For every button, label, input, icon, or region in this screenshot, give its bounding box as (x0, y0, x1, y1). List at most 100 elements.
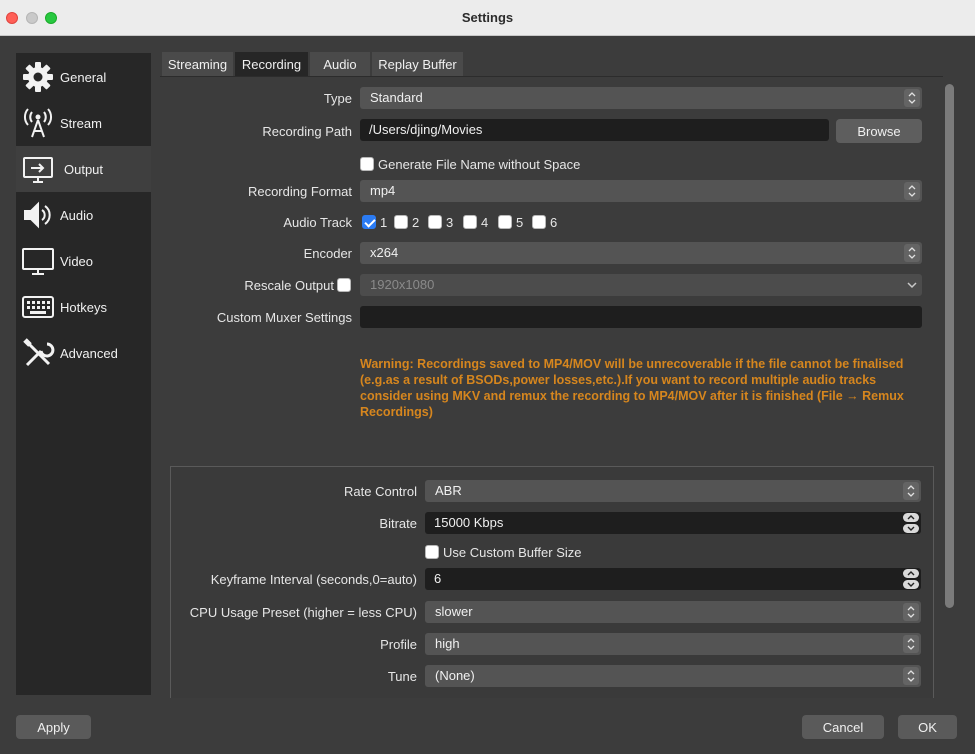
cancel-button[interactable]: Cancel (802, 715, 884, 739)
chevron-down-icon[interactable] (903, 580, 919, 589)
audio-track-5-checkbox[interactable] (498, 215, 512, 229)
ok-button[interactable]: OK (898, 715, 957, 739)
audio-track-label: Audio Track (283, 215, 352, 230)
sidebar-item-label: Video (60, 253, 94, 269)
profile-select[interactable]: high (425, 633, 921, 655)
keyframe-stepper[interactable] (903, 569, 919, 589)
audio-track-4-label: 4 (481, 215, 489, 230)
profile-value: high (435, 636, 460, 651)
sidebar-item-label: General (60, 69, 107, 85)
chevron-up-icon[interactable] (903, 513, 919, 522)
encoder-label: Encoder (303, 246, 352, 261)
bitrate-input[interactable]: 15000 Kbps (425, 512, 921, 534)
updown-arrows-icon (904, 244, 920, 262)
custom-muxer-label: Custom Muxer Settings (216, 310, 352, 325)
keyboard-icon (21, 291, 55, 323)
sidebar-item-output[interactable]: Output (16, 146, 151, 192)
sidebar-item-advanced[interactable]: Advanced (16, 330, 151, 376)
tune-select[interactable]: (None) (425, 665, 921, 687)
rate-control-select[interactable]: ABR (425, 480, 921, 502)
tools-icon (21, 337, 55, 369)
chevron-down-icon[interactable] (903, 524, 919, 533)
audio-track-2-checkbox[interactable] (394, 215, 408, 229)
bitrate-label: Bitrate (379, 516, 417, 531)
rescale-resolution-value: 1920x1080 (370, 277, 435, 292)
tab-streaming[interactable]: Streaming (162, 52, 234, 76)
keyframe-interval-value: 6 (434, 571, 442, 586)
audio-track-1-label: 1 (380, 215, 388, 230)
chevron-up-icon[interactable] (903, 569, 919, 578)
custom-buffer-label: Use Custom Buffer Size (443, 545, 582, 560)
antenna-icon (21, 107, 55, 139)
audio-track-5-label: 5 (516, 215, 524, 230)
updown-arrows-icon (903, 482, 919, 500)
sidebar-item-label: Hotkeys (60, 299, 107, 315)
cpu-preset-value: slower (435, 604, 473, 619)
rescale-resolution-select[interactable]: 1920x1080 (360, 274, 922, 296)
chevron-down-icon (904, 276, 920, 294)
recording-format-value: mp4 (370, 183, 396, 198)
sidebar-item-label: Output (64, 161, 104, 177)
sidebar-item-audio[interactable]: Audio (16, 192, 151, 238)
rate-control-label: Rate Control (344, 484, 417, 499)
speaker-icon (21, 199, 55, 231)
encoder-select[interactable]: x264 (360, 242, 922, 264)
updown-arrows-icon (903, 635, 919, 653)
audio-track-6-label: 6 (550, 215, 558, 230)
custom-buffer-checkbox[interactable] (425, 545, 439, 559)
sidebar-item-video[interactable]: Video (16, 238, 151, 284)
mp4-warning-text: Warning: Recordings saved to MP4/MOV wil… (360, 357, 904, 419)
generate-filename-checkbox[interactable] (360, 157, 374, 171)
bitrate-value: 15000 Kbps (434, 515, 504, 530)
rate-control-value: ABR (435, 483, 462, 498)
monitor-icon (21, 245, 55, 277)
sidebar-item-general[interactable]: General (16, 54, 151, 100)
tab-replay-buffer[interactable]: Replay Buffer (372, 52, 464, 76)
settings-sidebar: General Stream Output Audio Video Hotkey… (16, 53, 151, 695)
audio-track-6-checkbox[interactable] (532, 215, 546, 229)
cpu-preset-label: CPU Usage Preset (higher = less CPU) (189, 605, 417, 620)
type-label: Type (323, 91, 352, 106)
type-select[interactable]: Standard (360, 87, 922, 109)
keyframe-interval-label: Keyframe Interval (seconds,0=auto) (210, 572, 417, 587)
updown-arrows-icon (904, 89, 920, 107)
audio-track-3-checkbox[interactable] (428, 215, 442, 229)
tune-label: Tune (387, 669, 417, 684)
sidebar-item-label: Audio (60, 207, 94, 223)
sidebar-item-label: Stream (60, 115, 102, 131)
sidebar-item-label: Advanced (60, 345, 118, 361)
keyframe-interval-input[interactable]: 6 (425, 568, 921, 590)
rescale-output-checkbox[interactable] (337, 278, 351, 292)
cpu-preset-select[interactable]: slower (425, 601, 921, 623)
title-bar: Settings (0, 0, 975, 36)
generate-filename-label: Generate File Name without Space (378, 157, 581, 172)
recording-format-label: Recording Format (247, 184, 352, 199)
apply-button[interactable]: Apply (16, 715, 91, 739)
settings-scrollbar[interactable] (945, 84, 954, 608)
gear-icon (21, 61, 55, 93)
encoder-value: x264 (370, 245, 399, 260)
rescale-output-label: Rescale Output (244, 278, 334, 293)
recording-path-input[interactable]: /Users/djing/Movies (360, 119, 829, 141)
profile-label: Profile (380, 637, 417, 652)
audio-track-3-label: 3 (446, 215, 454, 230)
custom-muxer-input[interactable] (360, 306, 922, 328)
sidebar-item-stream[interactable]: Stream (16, 100, 151, 146)
recording-path-label: Recording Path (262, 124, 352, 139)
bitrate-stepper[interactable] (903, 513, 919, 533)
sidebar-item-hotkeys[interactable]: Hotkeys (16, 284, 151, 330)
audio-track-4-checkbox[interactable] (463, 215, 477, 229)
tab-recording[interactable]: Recording (235, 52, 309, 76)
tab-audio[interactable]: Audio (310, 52, 371, 76)
recording-format-select[interactable]: mp4 (360, 180, 922, 202)
updown-arrows-icon (903, 667, 919, 685)
audio-track-2-label: 2 (412, 215, 420, 230)
tune-value: (None) (435, 668, 475, 683)
audio-track-1-checkbox[interactable] (362, 215, 376, 229)
updown-arrows-icon (903, 603, 919, 621)
tab-divider (160, 76, 943, 77)
updown-arrows-icon (904, 182, 920, 200)
browse-button[interactable]: Browse (836, 119, 922, 143)
type-value: Standard (370, 90, 423, 105)
monitor-output-icon (21, 153, 55, 185)
